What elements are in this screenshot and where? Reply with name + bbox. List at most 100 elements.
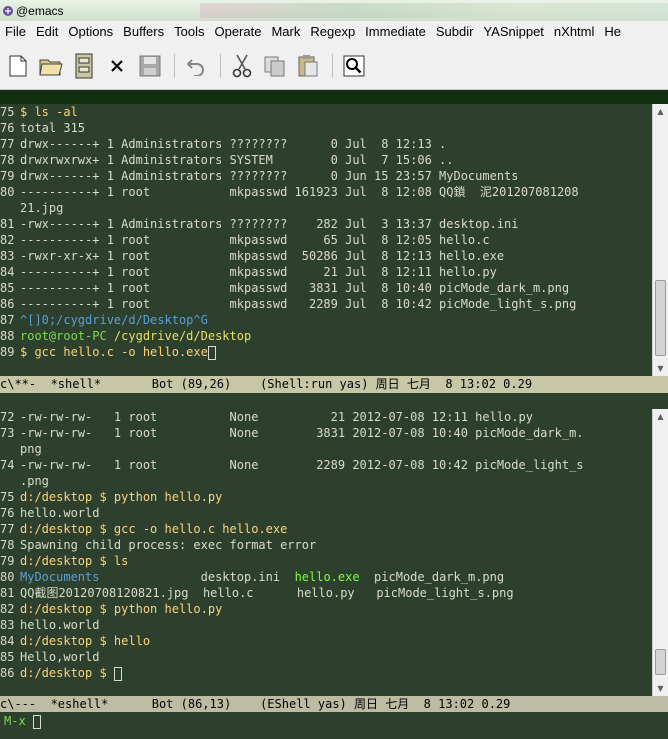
- buffer-line: 76 total 315: [0, 120, 652, 136]
- buffer-line: 75 d:/desktop $ python hello.py: [0, 489, 652, 505]
- toolbar-separator: [220, 53, 221, 78]
- eshell-scrollbar-thumb[interactable]: [655, 649, 666, 675]
- buffer-line: 78 drwxrwxrwx+ 1 Administrators SYSTEM 0 …: [0, 152, 652, 168]
- line-text: Spawning child process: exec format erro…: [20, 538, 317, 552]
- menu-yasnippet[interactable]: YASnippet: [478, 24, 548, 39]
- menu-buffers[interactable]: Buffers: [118, 24, 169, 39]
- buffer-line: 75 $ ls -al: [0, 104, 652, 120]
- menu-tools[interactable]: Tools: [169, 24, 209, 39]
- buffer-line: 87 ^[]0;/cygdrive/d/Desktop^G: [0, 312, 652, 328]
- line-number: 72: [0, 410, 15, 424]
- menu-mark[interactable]: Mark: [266, 24, 305, 39]
- menu-options[interactable]: Options: [63, 24, 118, 39]
- line-text: d:/desktop $ python hello.py: [20, 602, 223, 616]
- menu-immediate[interactable]: Immediate: [360, 24, 431, 39]
- line-number: 74: [0, 458, 15, 472]
- buffer-line: 89 $ gcc hello.c -o hello.exe: [0, 344, 652, 360]
- line-number: 86: [0, 297, 15, 311]
- minibuffer[interactable]: M-x: [0, 712, 668, 739]
- line-number: 83: [0, 249, 15, 263]
- shell-modeline[interactable]: c\**- *shell* Bot (89,26) (Shell:run yas…: [0, 376, 668, 393]
- line-text: drwx------+ 1 Administrators ???????? 0 …: [20, 137, 447, 151]
- open-folder-icon[interactable]: [36, 51, 66, 81]
- line-text: -rw-rw-rw- 1 root None 3831 2012-07-08 1…: [20, 426, 584, 440]
- eshell-window[interactable]: 72 -rw-rw-rw- 1 root None 21 2012-07-08 1…: [0, 409, 668, 696]
- menu-regexp[interactable]: Regexp: [305, 24, 360, 39]
- buffer-line: .png: [0, 473, 652, 489]
- eshell-modeline[interactable]: c\--- *eshell* Bot (86,13) (EShell yas) …: [0, 696, 668, 713]
- buffer-line: 77 d:/desktop $ gcc -o hello.c hello.exe: [0, 521, 652, 537]
- cut-icon[interactable]: [227, 51, 257, 81]
- menu-nxhtml[interactable]: nXhtml: [549, 24, 599, 39]
- line-number: 82: [0, 602, 15, 616]
- paste-icon[interactable]: [293, 51, 323, 81]
- shell-scrollbar-thumb[interactable]: [655, 280, 666, 356]
- eshell-scrollbar[interactable]: ▲ ▼: [652, 409, 668, 696]
- emacs-app-icon: [2, 5, 14, 17]
- copy-icon[interactable]: [260, 51, 290, 81]
- toolbar: [0, 42, 668, 90]
- undo-icon[interactable]: [181, 51, 211, 81]
- buffer-line: 79 drwx------+ 1 Administrators ???????? …: [0, 168, 652, 184]
- line-number: 79: [0, 169, 15, 183]
- line-text: $ ls -al: [20, 105, 78, 119]
- buffer-line: 85 Hello,world: [0, 649, 652, 665]
- shell-window[interactable]: 75 $ ls -al 76 total 315 77 drwx------+ 1 Adm…: [0, 104, 668, 376]
- line-text: ----------+ 1 root mkpasswd 2289 Jul 8 1…: [20, 297, 577, 311]
- line-text: d:/desktop $ ls: [20, 554, 129, 568]
- buffer-line: 78 Spawning child process: exec format er…: [0, 537, 652, 553]
- save-icon[interactable]: [135, 51, 165, 81]
- buffer-line: png: [0, 441, 652, 457]
- buffer-line: 80 ----------+ 1 root mkpasswd 161923 Jul…: [0, 184, 652, 200]
- search-icon[interactable]: [339, 51, 369, 81]
- close-icon[interactable]: [102, 51, 132, 81]
- menu-subdir[interactable]: Subdir: [431, 24, 479, 39]
- buffer-line: 84 d:/desktop $ hello: [0, 633, 652, 649]
- line-text: .png: [20, 474, 49, 488]
- line-number: 82: [0, 233, 15, 247]
- frame-divider: [0, 90, 668, 104]
- shell-scrollbar[interactable]: ▲ ▼: [652, 104, 668, 376]
- buffer-line: 83 hello.world: [0, 617, 652, 633]
- line-number: 84: [0, 265, 15, 279]
- buffer-line: 81 QQ截图20120708120821.jpg hello.c hello.p…: [0, 585, 652, 601]
- line-number: 77: [0, 137, 15, 151]
- line-text: Hello,world: [20, 650, 100, 664]
- scroll-up-arrow-icon[interactable]: ▲: [653, 104, 668, 119]
- window-title: @emacs: [16, 3, 64, 18]
- cabinet-icon[interactable]: [69, 51, 99, 81]
- line-number: 86: [0, 666, 15, 680]
- line-text: root@root-PC: [20, 329, 114, 343]
- eshell-buffer-text[interactable]: 72 -rw-rw-rw- 1 root None 21 2012-07-08 1…: [0, 409, 652, 696]
- menu-edit[interactable]: Edit: [31, 24, 63, 39]
- shell-buffer-text[interactable]: 75 $ ls -al 76 total 315 77 drwx------+ 1 Adm…: [0, 104, 652, 376]
- line-number: 75: [0, 490, 15, 504]
- text-cursor: [207, 345, 216, 360]
- title-bar-background: [200, 3, 668, 18]
- line-text: drwxrwxrwx+ 1 Administrators SYSTEM 0 Ju…: [20, 153, 454, 167]
- line-text: d:/desktop $ gcc -o hello.c hello.exe: [20, 522, 288, 536]
- buffer-line: 83 -rwxr-xr-x+ 1 root mkpasswd 50286 Jul …: [0, 248, 652, 264]
- line-number: 84: [0, 634, 15, 648]
- line-text: d:/desktop $ python hello.py: [20, 490, 223, 504]
- buffer-line: 21.jpg: [0, 200, 652, 216]
- window-gap: [0, 393, 668, 409]
- scroll-up-arrow-icon[interactable]: ▲: [653, 409, 668, 424]
- menu-file[interactable]: File: [0, 24, 31, 39]
- line-text: total 315: [20, 121, 86, 135]
- scroll-down-arrow-icon[interactable]: ▼: [653, 361, 668, 376]
- buffer-line: 88 root@root-PC /cygdrive/d/Desktop: [0, 328, 652, 344]
- menu-operate[interactable]: Operate: [209, 24, 266, 39]
- line-number: 85: [0, 281, 15, 295]
- menu-he[interactable]: He: [599, 24, 626, 39]
- line-number: 73: [0, 426, 15, 440]
- buffer-line: 72 -rw-rw-rw- 1 root None 21 2012-07-08 1…: [0, 409, 652, 425]
- line-text: -rw-rw-rw- 1 root None 21 2012-07-08 12:…: [20, 410, 533, 424]
- text-cursor: [32, 714, 41, 729]
- line-text: d:/desktop $ hello: [20, 634, 151, 648]
- scroll-down-arrow-icon[interactable]: ▼: [653, 681, 668, 696]
- toolbar-separator: [174, 53, 175, 78]
- new-file-icon[interactable]: [3, 51, 33, 81]
- buffer-line: 80 MyDocuments desktop.ini hello.exe picM…: [0, 569, 652, 585]
- text-cursor: [113, 666, 122, 681]
